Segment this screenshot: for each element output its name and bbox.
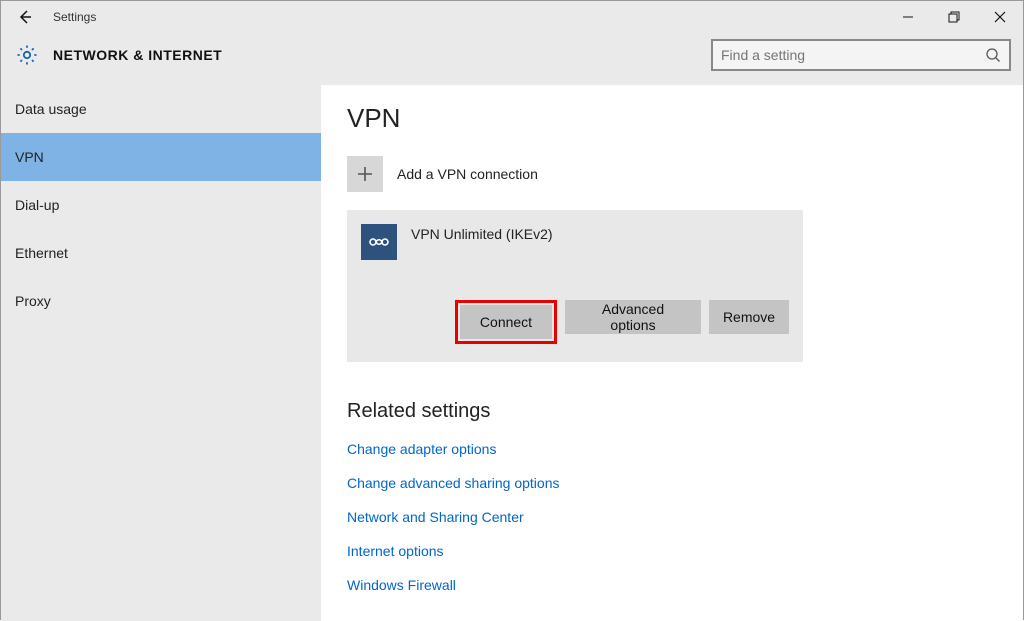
close-button[interactable] (977, 1, 1023, 33)
main-content: VPN Add a VPN connection VPN (321, 85, 1023, 621)
link-change-advanced-sharing[interactable]: Change advanced sharing options (347, 475, 997, 491)
link-windows-firewall[interactable]: Windows Firewall (347, 577, 997, 593)
connect-highlight: Connect (455, 300, 557, 344)
vpn-connection-card[interactable]: VPN Unlimited (IKEv2) Connect Advanced o… (347, 210, 803, 362)
related-settings-heading: Related settings (347, 400, 997, 423)
close-icon (994, 11, 1006, 23)
sidebar-item-label: Data usage (15, 101, 87, 117)
sidebar-item-proxy[interactable]: Proxy (1, 277, 321, 325)
minimize-icon (902, 11, 914, 23)
plus-icon (347, 156, 383, 192)
sidebar-item-dial-up[interactable]: Dial-up (1, 181, 321, 229)
sidebar-item-ethernet[interactable]: Ethernet (1, 229, 321, 277)
page-title: VPN (347, 103, 997, 134)
sidebar-item-data-usage[interactable]: Data usage (1, 85, 321, 133)
maximize-icon (948, 11, 960, 23)
sidebar-item-label: Dial-up (15, 197, 59, 213)
vpn-icon (361, 224, 397, 260)
window-title: Settings (49, 10, 96, 24)
link-internet-options[interactable]: Internet options (347, 543, 997, 559)
link-change-adapter-options[interactable]: Change adapter options (347, 441, 997, 457)
minimize-button[interactable] (885, 1, 931, 33)
connect-button[interactable]: Connect (460, 305, 552, 339)
section-title: NETWORK & INTERNET (53, 47, 222, 63)
sidebar-item-vpn[interactable]: VPN (1, 133, 321, 181)
header: NETWORK & INTERNET (1, 33, 1023, 85)
link-network-sharing-center[interactable]: Network and Sharing Center (347, 509, 997, 525)
remove-button[interactable]: Remove (709, 300, 789, 334)
titlebar: Settings (1, 1, 1023, 33)
advanced-options-button[interactable]: Advanced options (565, 300, 701, 334)
add-vpn-row[interactable]: Add a VPN connection (347, 156, 997, 192)
search-icon (985, 47, 1001, 63)
search-input[interactable] (721, 47, 985, 63)
arrow-left-icon (17, 9, 33, 25)
sidebar: Data usage VPN Dial-up Ethernet Proxy (1, 85, 321, 621)
sidebar-item-label: Ethernet (15, 245, 68, 261)
gear-icon (13, 41, 41, 69)
maximize-button[interactable] (931, 1, 977, 33)
search-box[interactable] (711, 39, 1011, 71)
vpn-connection-name: VPN Unlimited (IKEv2) (411, 224, 553, 242)
sidebar-item-label: Proxy (15, 293, 51, 309)
add-vpn-label: Add a VPN connection (397, 166, 538, 182)
back-button[interactable] (1, 1, 49, 33)
sidebar-item-label: VPN (15, 149, 44, 165)
